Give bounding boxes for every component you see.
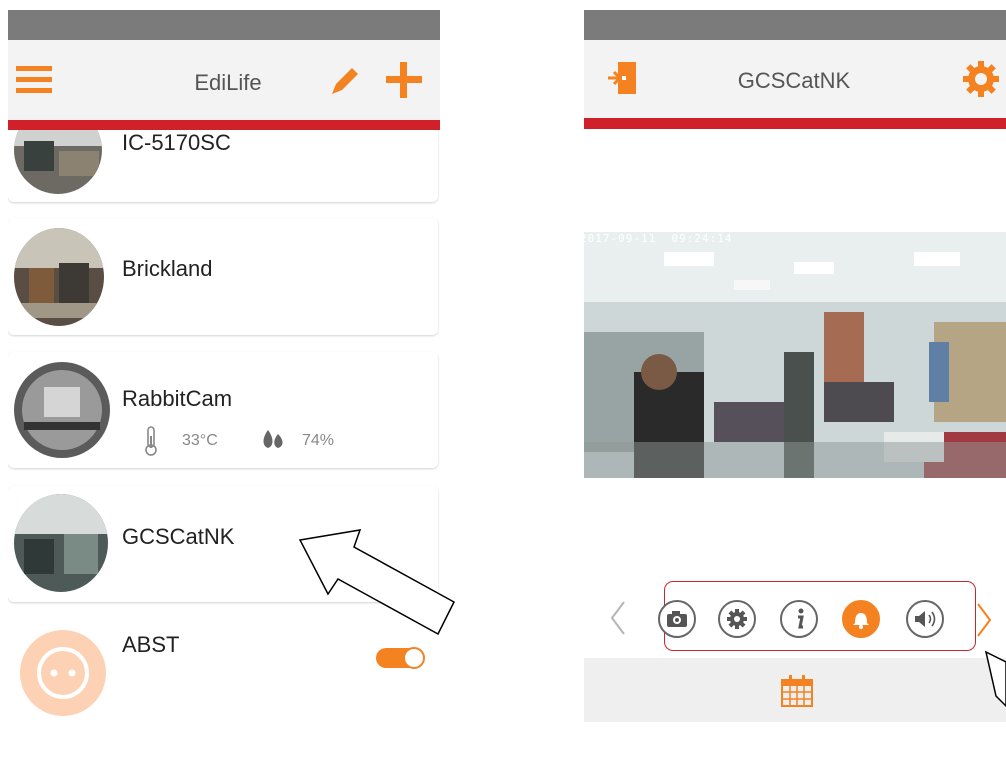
camera-name: GCSCatNK [122, 524, 235, 549]
app-title: EdiLife [194, 70, 262, 95]
temperature-value: 33°C [182, 432, 218, 449]
camera-thumbnail [14, 228, 104, 326]
header-accent-line [584, 118, 1006, 129]
pencil-icon[interactable] [328, 64, 362, 103]
annotation-arrow [298, 529, 455, 636]
thermometer-icon [144, 426, 158, 461]
live-video-feed[interactable]: 2017-09-11 09:24:14 [584, 232, 1006, 478]
alarm-bell-icon[interactable] [842, 600, 880, 638]
annotation-arrow [984, 650, 1006, 708]
status-bar [584, 10, 1006, 40]
camera-card-rabbitcam[interactable]: RabbitCam 33°C 74% [8, 352, 438, 468]
gear-icon[interactable] [962, 60, 1000, 103]
office-scene-image [584, 232, 1006, 478]
camera-name: RabbitCam [122, 386, 233, 411]
bottom-toolbar [584, 658, 1006, 722]
hamburger-menu-icon[interactable] [16, 64, 52, 101]
status-bar [8, 10, 440, 40]
camera-header: GCSCatNK [584, 40, 1006, 118]
camera-icon[interactable] [658, 600, 696, 638]
calendar-icon[interactable] [780, 674, 814, 713]
camera-title: GCSCatNK [737, 68, 851, 93]
camera-name: ABST [122, 632, 180, 657]
app-header: EdiLife [8, 40, 440, 128]
smart-plug-icon [20, 630, 106, 721]
humidity-value: 74% [302, 432, 335, 449]
header-accent-line [8, 120, 440, 130]
power-toggle[interactable] [376, 646, 428, 675]
exit-door-icon[interactable] [606, 60, 640, 101]
chevron-left-icon[interactable] [608, 598, 628, 643]
camera-thumbnail [14, 362, 110, 458]
chevron-right-icon[interactable] [974, 600, 994, 645]
info-icon[interactable] [780, 600, 818, 638]
camera-thumbnail [14, 494, 108, 592]
speaker-icon[interactable] [906, 600, 944, 638]
plus-icon[interactable] [386, 62, 422, 103]
camera-card-brickland[interactable]: Brickland [8, 218, 438, 335]
camera-name: Brickland [122, 256, 213, 281]
humidity-icon [260, 428, 286, 455]
camera-name: IC-5170SC [122, 130, 231, 155]
right-phone-screen: GCSCatNK 2017-09-11 09:24:14 [584, 10, 1006, 722]
settings-icon[interactable] [718, 600, 756, 638]
video-timestamp: 2017-09-11 09:24:14 [584, 232, 733, 245]
